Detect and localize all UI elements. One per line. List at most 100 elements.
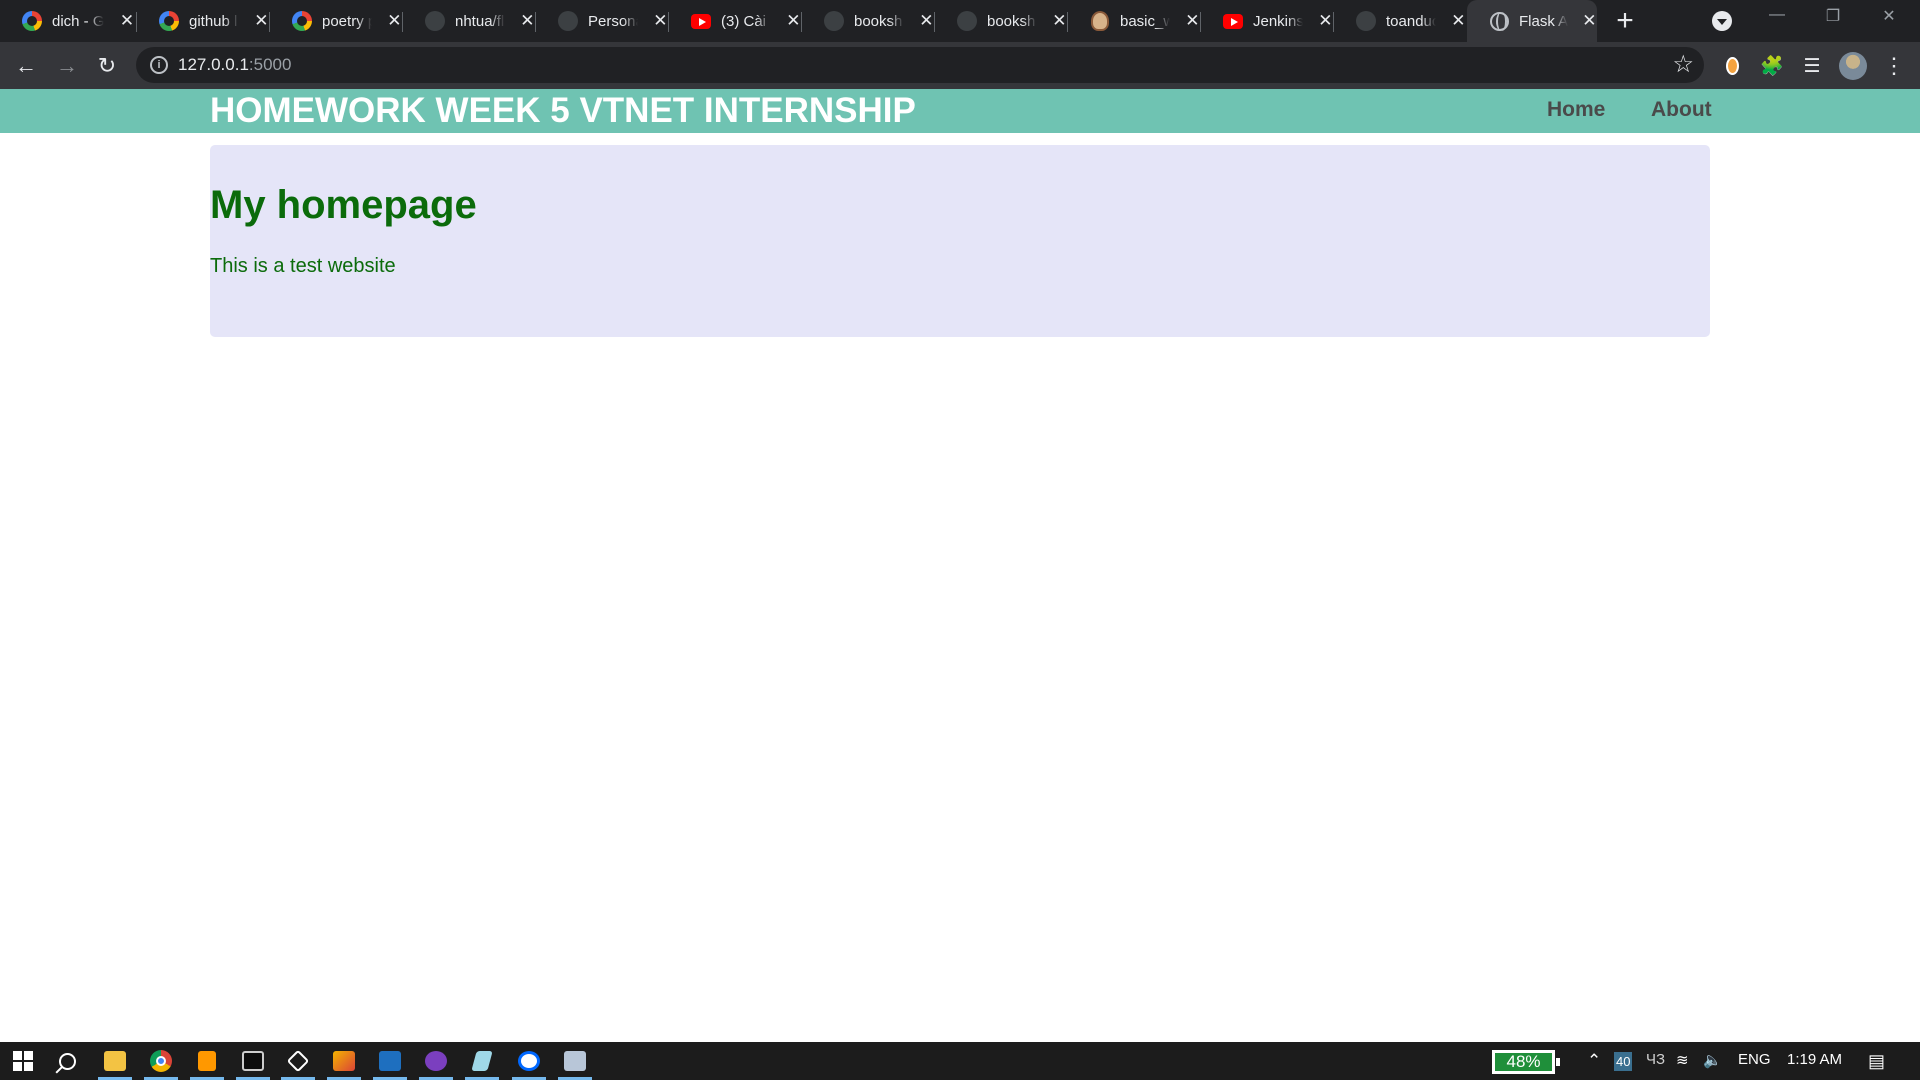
taskbar-terminal[interactable] bbox=[230, 1042, 276, 1080]
browser-toolbar: ← → ↻ i 127.0.0.1:5000 ☆ 🧩 ☰ ⋮ bbox=[0, 42, 1920, 89]
paint-icon bbox=[333, 1051, 355, 1071]
close-icon[interactable]: ✕ bbox=[253, 11, 270, 31]
github-icon bbox=[425, 11, 445, 31]
close-icon[interactable]: ✕ bbox=[118, 11, 136, 31]
start-button[interactable] bbox=[0, 1042, 46, 1080]
close-icon[interactable]: ✕ bbox=[1051, 11, 1068, 31]
close-icon[interactable]: ✕ bbox=[1184, 11, 1201, 31]
address-bar[interactable]: i 127.0.0.1:5000 ☆ bbox=[136, 47, 1704, 83]
restore-button[interactable]: ❐ bbox=[1818, 6, 1848, 26]
taskbar-paint[interactable] bbox=[321, 1042, 367, 1080]
app-icon bbox=[564, 1051, 586, 1071]
taskbar-virtualbox[interactable] bbox=[275, 1042, 321, 1080]
person-icon bbox=[1090, 11, 1110, 31]
google-icon bbox=[22, 11, 42, 31]
show-hidden-icons-chevron-icon[interactable]: ⌃ bbox=[1587, 1051, 1601, 1071]
github-icon bbox=[1356, 11, 1376, 31]
search-button[interactable] bbox=[44, 1042, 90, 1080]
browser-tab[interactable]: nhtua/fl ✕ bbox=[403, 0, 536, 42]
youtube-icon bbox=[691, 11, 711, 31]
close-icon[interactable]: ✕ bbox=[652, 11, 669, 31]
reload-icon[interactable]: ↻ bbox=[91, 50, 123, 82]
folder-icon bbox=[104, 1051, 126, 1071]
tab-title: dich - G bbox=[52, 12, 104, 30]
language-indicator[interactable]: ENG bbox=[1738, 1051, 1771, 1068]
close-icon[interactable]: ✕ bbox=[1582, 11, 1597, 31]
taskbar-chrome[interactable] bbox=[138, 1042, 184, 1080]
browser-tab[interactable]: basic_w ✕ bbox=[1068, 0, 1201, 42]
browser-tab[interactable]: poetry p ✕ bbox=[270, 0, 403, 42]
sublime-icon bbox=[198, 1051, 216, 1071]
tab-strip: dich - G ✕ github l ✕ poetry p ✕ nhtua/f… bbox=[0, 0, 1920, 42]
page-title: My homepage bbox=[210, 183, 477, 227]
youtube-icon bbox=[1223, 11, 1243, 31]
browser-tab[interactable]: (3) Cài c ✕ bbox=[669, 0, 802, 42]
forward-icon[interactable]: → bbox=[51, 50, 83, 82]
taskbar-file-explorer[interactable] bbox=[92, 1042, 138, 1080]
tab-title: (3) Cài c bbox=[721, 12, 771, 30]
notification-icon[interactable]: ▤ bbox=[1868, 1051, 1885, 1072]
site-info-icon[interactable]: i bbox=[150, 56, 168, 74]
taskbar-photos[interactable] bbox=[367, 1042, 413, 1080]
bookmark-star-icon[interactable]: ☆ bbox=[1672, 50, 1694, 79]
github-icon bbox=[957, 11, 977, 31]
clock-time[interactable]: 1:19 AM bbox=[1787, 1051, 1842, 1068]
minimize-button[interactable]: — bbox=[1762, 6, 1792, 24]
url-text[interactable]: 127.0.0.1:5000 bbox=[178, 55, 291, 75]
photos-icon bbox=[379, 1051, 401, 1071]
site-brand[interactable]: HOMEWORK WEEK 5 VTNET INTERNSHIP bbox=[210, 90, 916, 132]
taskbar-github-desktop[interactable] bbox=[413, 1042, 459, 1080]
nav-link-about[interactable]: About bbox=[1651, 98, 1712, 122]
tab-title: booksh bbox=[854, 12, 903, 30]
honey-extension-icon[interactable] bbox=[1718, 52, 1746, 80]
taskbar-app[interactable] bbox=[552, 1042, 598, 1080]
close-icon[interactable]: ✕ bbox=[918, 11, 935, 31]
tab-title: booksh bbox=[987, 12, 1036, 30]
browser-tab[interactable]: Persona ✕ bbox=[536, 0, 669, 42]
browser-tab-active[interactable]: Flask Ap ✕ bbox=[1467, 0, 1597, 42]
nav-link-home[interactable]: Home bbox=[1547, 98, 1605, 122]
browser-tab[interactable]: toanduc ✕ bbox=[1334, 0, 1467, 42]
new-tab-button[interactable]: + bbox=[1608, 4, 1642, 38]
google-icon bbox=[159, 11, 179, 31]
browser-tab[interactable]: booksh ✕ bbox=[935, 0, 1068, 42]
back-icon[interactable]: ← bbox=[10, 50, 42, 82]
battery-indicator[interactable]: 48% bbox=[1492, 1050, 1560, 1074]
extensions-puzzle-icon[interactable]: 🧩 bbox=[1758, 52, 1786, 80]
globe-icon bbox=[1489, 11, 1509, 31]
tab-title: poetry p bbox=[322, 12, 372, 30]
tab-search-icon[interactable] bbox=[1712, 11, 1732, 31]
profile-avatar[interactable] bbox=[1839, 52, 1867, 80]
browser-tab[interactable]: github l ✕ bbox=[137, 0, 270, 42]
tab-title: nhtua/fl bbox=[455, 12, 505, 30]
cube-icon bbox=[286, 1049, 310, 1073]
tab-title: basic_w bbox=[1120, 12, 1170, 30]
close-icon[interactable]: ✕ bbox=[1317, 11, 1334, 31]
zalo-icon bbox=[518, 1051, 540, 1071]
close-icon[interactable]: ✕ bbox=[1450, 11, 1467, 31]
github-desktop-icon bbox=[425, 1051, 447, 1071]
github-icon bbox=[824, 11, 844, 31]
tray-aux-icon[interactable]: ЧЗ bbox=[1646, 1051, 1665, 1068]
taskbar-notes[interactable] bbox=[459, 1042, 505, 1080]
menu-kebab-icon[interactable]: ⋮ bbox=[1880, 52, 1908, 80]
browser-tab[interactable]: booksh ✕ bbox=[802, 0, 935, 42]
media-queue-icon[interactable]: ☰ bbox=[1798, 52, 1826, 80]
browser-tab[interactable]: dich - G ✕ bbox=[0, 0, 137, 42]
browser-tab[interactable]: Jenkins ✕ bbox=[1201, 0, 1334, 42]
close-icon[interactable]: ✕ bbox=[519, 11, 536, 31]
window-close-button[interactable]: ✕ bbox=[1874, 6, 1904, 26]
volume-icon[interactable]: 🔈 bbox=[1703, 1051, 1722, 1069]
wifi-icon[interactable]: ≋ bbox=[1676, 1051, 1689, 1069]
close-icon[interactable]: ✕ bbox=[386, 11, 403, 31]
tray-badge[interactable]: 40 bbox=[1614, 1052, 1633, 1071]
taskbar-zalo[interactable] bbox=[506, 1042, 552, 1080]
tab-title: Flask Ap bbox=[1519, 12, 1568, 30]
search-icon bbox=[58, 1052, 76, 1070]
windows-logo-icon bbox=[13, 1051, 33, 1071]
taskbar: 48% ⌃ 40 ЧЗ ≋ 🔈 ENG 1:19 AM ▤ bbox=[0, 1042, 1920, 1080]
url-port: :5000 bbox=[248, 55, 292, 74]
taskbar-sublime[interactable] bbox=[184, 1042, 230, 1080]
tab-title: Jenkins bbox=[1253, 12, 1303, 30]
close-icon[interactable]: ✕ bbox=[785, 11, 802, 31]
